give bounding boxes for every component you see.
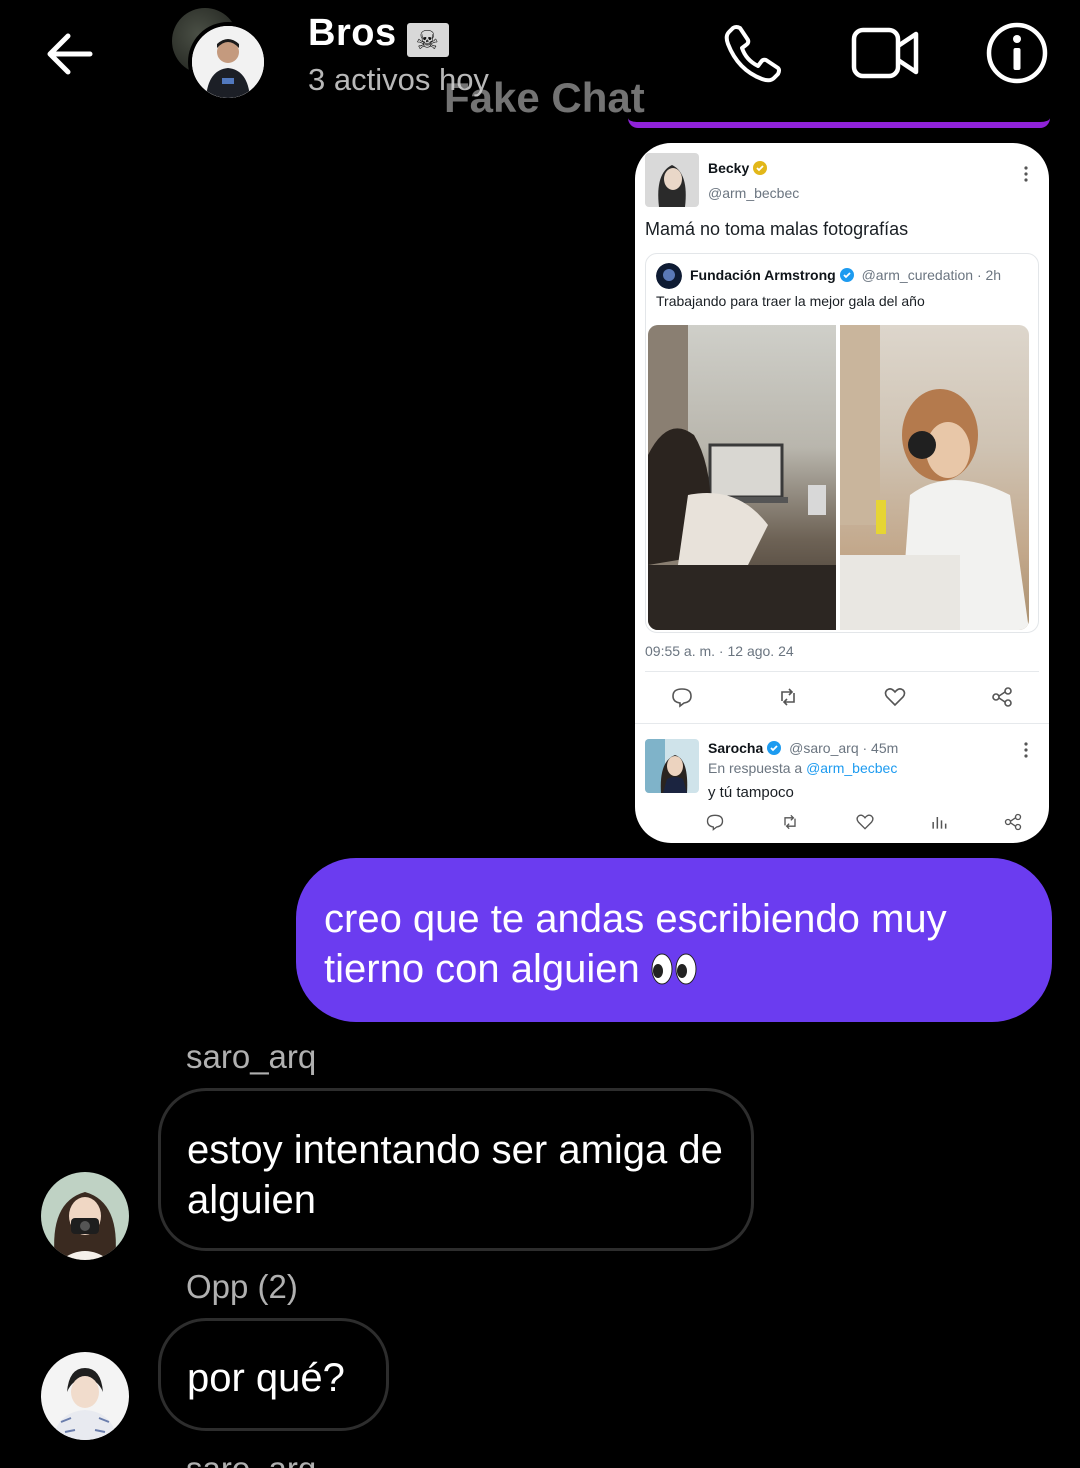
reply-author-name: Sarocha @saro_arq · 45m — [708, 740, 898, 756]
reply-share-icon[interactable] — [1003, 812, 1023, 832]
reply-text: y tú tampoco — [708, 784, 794, 801]
info-icon — [986, 22, 1048, 84]
verified-blue-icon — [839, 268, 854, 282]
sender-avatar[interactable] — [41, 1172, 129, 1260]
incoming-message[interactable]: estoy intentando ser amiga de alguien — [158, 1088, 754, 1251]
sender-name: saro_arq — [186, 1038, 317, 1075]
reply-author-avatar — [645, 739, 699, 793]
back-arrow-icon — [47, 33, 93, 75]
in-reply-handle-link[interactable]: @arm_becbec — [806, 760, 897, 776]
verified-blue-icon — [767, 741, 782, 755]
tweet-divider — [645, 671, 1039, 672]
phone-icon — [724, 25, 781, 83]
quoted-author-name-text: Fundación Armstrong — [690, 267, 836, 283]
tweet-timestamp: 09:55 a. m. · 12 ago. 24 — [645, 643, 794, 659]
outgoing-message[interactable]: creo que te andas escribiendo muy tierno… — [296, 858, 1052, 1022]
chat-title[interactable]: Bros ☠ — [308, 12, 449, 57]
video-call-button[interactable] — [850, 18, 920, 88]
tweet-text: Mamá no toma malas fotografías — [645, 219, 909, 239]
share-icon[interactable] — [990, 685, 1014, 709]
in-reply-to: En respuesta a @arm_becbec — [708, 760, 897, 776]
previous-message-edge — [628, 118, 1050, 128]
quoted-photo-left[interactable] — [648, 325, 836, 630]
reply-icon[interactable] — [670, 685, 694, 709]
quoted-author-avatar — [656, 263, 682, 289]
outgoing-message-text: creo que te andas escribiendo muy tierno… — [324, 897, 947, 991]
reply-retweet-icon[interactable] — [780, 812, 800, 832]
quoted-text: Trabajando para traer la mejor gala del … — [656, 293, 925, 309]
avatar-primary — [188, 22, 268, 102]
eyes-emoji-icon — [650, 948, 698, 985]
tweet-author-name: Becky — [708, 160, 768, 176]
quoted-author-name: Fundación Armstrong @arm_curedation · 2h — [690, 267, 1001, 283]
like-icon[interactable] — [883, 685, 907, 709]
info-button[interactable] — [982, 18, 1052, 88]
tweet-author-handle: @arm_becbec — [708, 185, 800, 201]
sender-name: Opp (2) — [186, 1268, 298, 1305]
reply-divider — [635, 723, 1049, 724]
incoming-message-text: estoy intentando ser amiga de alguien — [187, 1128, 723, 1222]
pirate-flag-icon: ☠ — [406, 23, 449, 57]
chat-header: Bros ☠ 3 activos hoy Fake Chat — [0, 0, 1080, 121]
tweet-author-avatar — [645, 153, 699, 207]
reply-handle-time: @saro_arq · 45m — [789, 740, 899, 756]
verified-gold-icon — [753, 161, 768, 175]
incoming-message-text: por qué? — [187, 1356, 345, 1400]
more-options-icon[interactable] — [1023, 165, 1029, 183]
reply-author-name-text: Sarocha — [708, 740, 764, 756]
quoted-photo-right[interactable] — [840, 325, 1029, 630]
reply-views-icon[interactable] — [929, 812, 949, 832]
watermark: Fake Chat — [444, 74, 645, 121]
reply-more-options-icon[interactable] — [1023, 741, 1029, 759]
sender-name: saro_arq — [186, 1450, 316, 1468]
tweet-author-name-text: Becky — [708, 160, 750, 176]
shared-image-message[interactable]: Becky @arm_becbec Mamá no toma malas fot… — [635, 143, 1049, 843]
retweet-icon[interactable] — [776, 685, 800, 709]
reply-reply-icon[interactable] — [705, 812, 725, 832]
call-button[interactable] — [718, 18, 788, 88]
back-button[interactable] — [38, 22, 102, 86]
reply-like-icon[interactable] — [855, 812, 875, 832]
group-avatar[interactable] — [172, 8, 272, 108]
video-camera-icon — [851, 27, 919, 79]
chat-title-text: Bros — [308, 12, 397, 54]
quoted-handle-time: @arm_curedation · 2h — [861, 267, 1002, 283]
incoming-message[interactable]: por qué? — [158, 1318, 389, 1431]
in-reply-prefix: En respuesta a — [708, 760, 803, 776]
sender-avatar[interactable] — [41, 1352, 129, 1440]
